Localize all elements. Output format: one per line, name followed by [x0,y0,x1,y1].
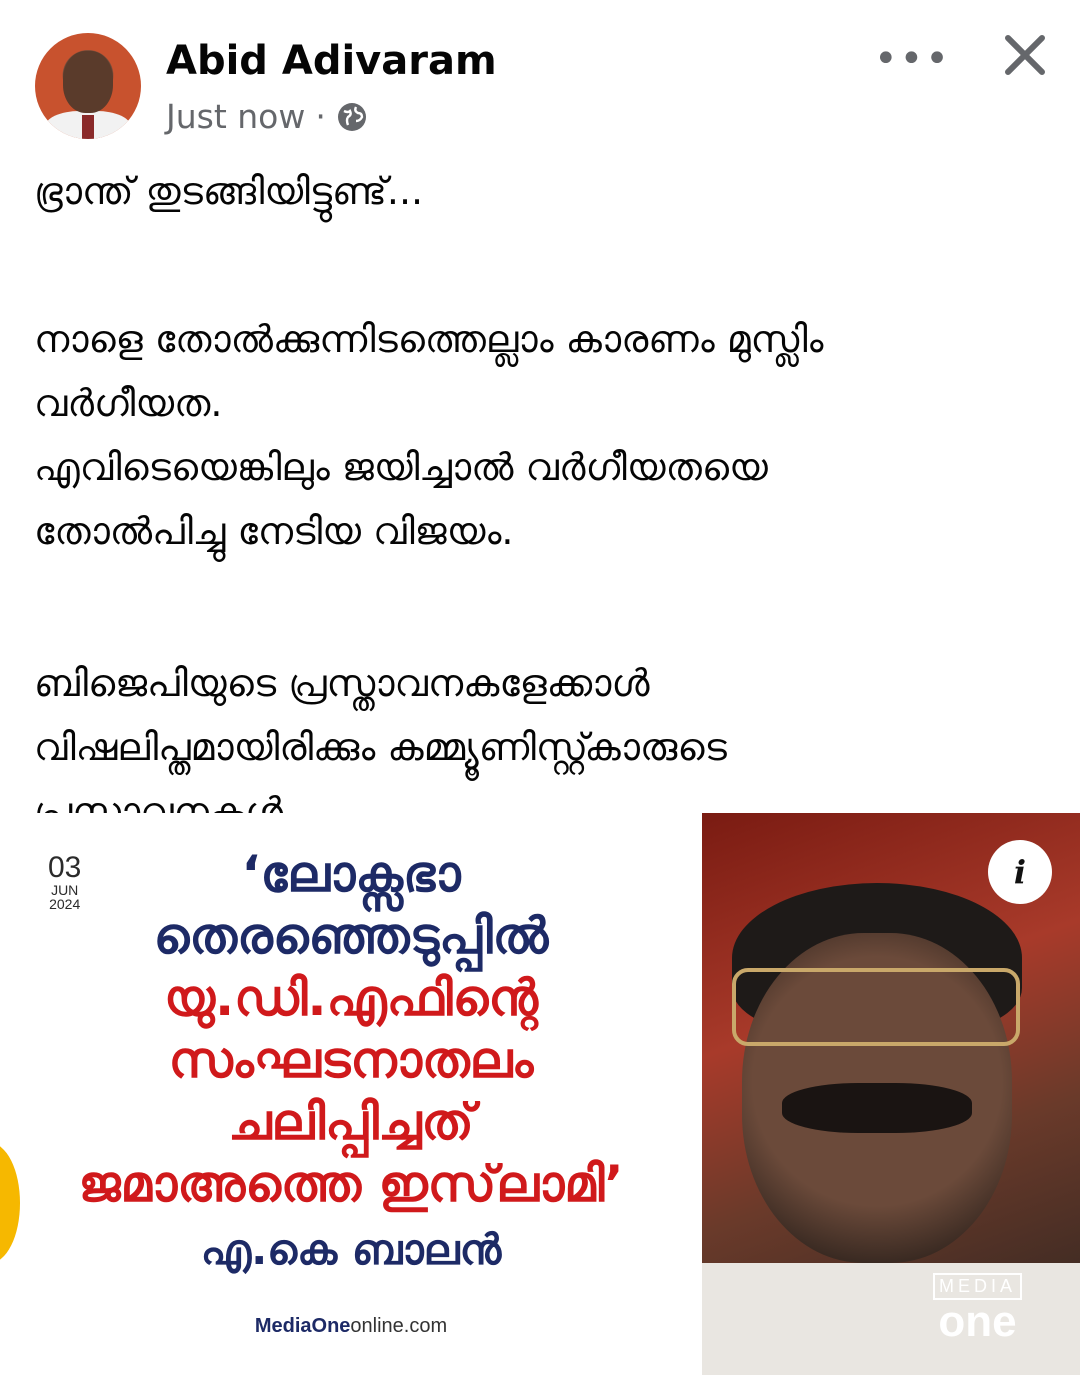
headline-line: സംഘടനാതലം [168,1031,534,1089]
headline-line: യു.ഡി.എഫിന്റെ [163,969,539,1027]
post-line: ബിജെപിയുടെ പ്രസ്താവനകളേക്കാൾ [34,661,650,705]
site-url: MediaOneonline.com [0,1315,702,1338]
more-options-button[interactable]: ••• [874,36,951,82]
meta-separator: · [315,97,326,136]
post-header: Abid Adivaram Just now · ••• [0,0,1080,150]
post-line: വിഷലിപ്തമായിരിക്കും കമ്മ്യൂണിസ്റ്റ്കാരുട… [34,725,727,769]
headline-line: തെരഞ്ഞെടുപ്പിൽ [153,907,549,965]
post-timestamp[interactable]: Just now [166,97,305,136]
news-card: 03 JUN 2024 ‘ലോക്സഭാ തെരഞ്ഞെടുപ്പിൽ യു.ഡ… [0,813,702,1375]
post-text: ഭ്രാന്ത് തുടങ്ങിയിട്ടുണ്ട്... നാളെ തോൽക്… [34,150,1044,843]
logo-bottom: one [938,1297,1017,1346]
headline-line: ചലിപ്പിച്ചത് [228,1093,474,1151]
headline-line: ജമാഅത്തെ ഇസ്‌ലാമി’ [78,1155,624,1213]
post-line: ഭ്രാന്ത് തുടങ്ങിയിട്ടുണ്ട്... [34,169,424,213]
globe-icon [337,102,366,131]
news-headline: ‘ലോക്സഭാ തെരഞ്ഞെടുപ്പിൽ യു.ഡി.എഫിന്റെ സം… [0,843,702,1281]
headline-attribution: എ.കെ ബാലൻ [200,1225,502,1274]
close-icon[interactable] [1000,30,1050,80]
post-line: തോൽപിച്ചു നേടിയ വിജയം. [34,509,514,553]
post-meta: Just now · [166,97,368,136]
author-avatar[interactable] [35,33,141,139]
post-line: വർഗീയത. [34,381,223,425]
site-name: MediaOne [254,1315,351,1337]
info-icon[interactable]: i [988,840,1052,904]
author-name[interactable]: Abid Adivaram [166,38,497,84]
mediaone-logo: MEDIA one [915,1273,1040,1344]
headline-line: ‘ലോക്സഭാ [241,845,461,903]
post-line: എവിടെയെങ്കിലും ജയിച്ചാൽ വർഗീയതയെ [34,445,768,489]
site-domain: online.com [350,1315,448,1337]
post-line: നാളെ തോൽക്കുന്നിടത്തെല്ലാം കാരണം മുസ്ലിം [34,317,824,361]
logo-top: MEDIA [932,1273,1022,1300]
